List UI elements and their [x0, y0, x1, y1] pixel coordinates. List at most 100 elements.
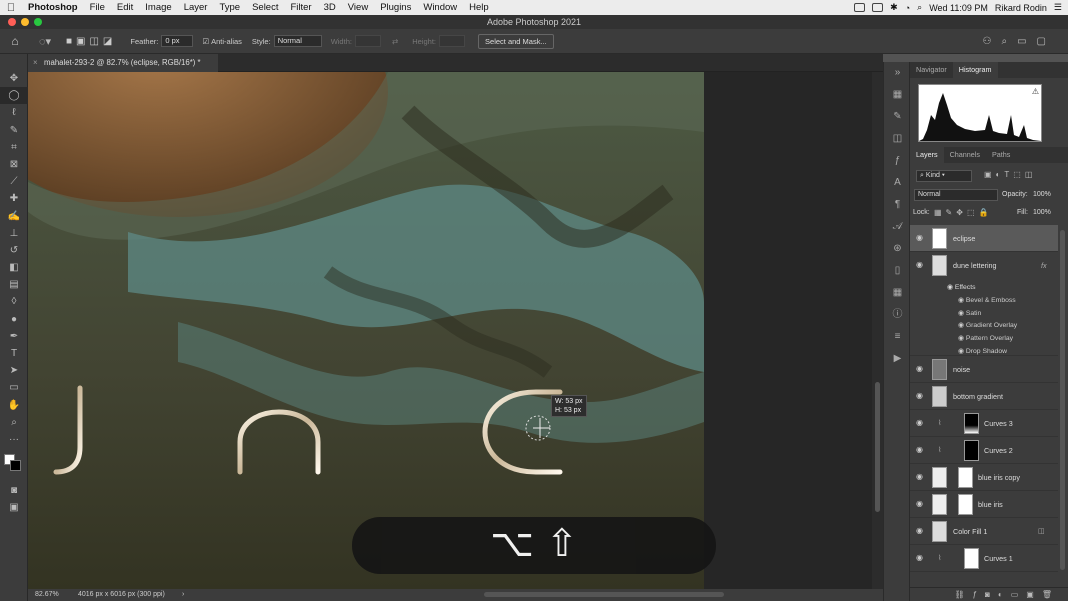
visibility-eye-icon[interactable]: ◉ [916, 233, 923, 242]
height-input[interactable] [439, 35, 466, 47]
history-brush-tool-icon[interactable]: ↺ [0, 242, 28, 259]
path-selection-tool-icon[interactable]: ➤ [0, 362, 28, 379]
tab-navigator[interactable]: Navigator [910, 62, 953, 78]
visibility-eye-icon[interactable]: ◉ [916, 526, 923, 535]
quick-mask-icon[interactable]: ◙ [0, 482, 28, 499]
menu-plugins[interactable]: Plugins [374, 2, 417, 13]
gradients-icon[interactable]: ▯ [884, 260, 911, 282]
frame-tool-icon[interactable]: ⊠ [0, 156, 28, 173]
layer-row[interactable]: ◉ ⌇ Curves 2 [910, 437, 1058, 464]
tab-histogram[interactable]: Histogram [952, 62, 998, 78]
brush-tool-icon[interactable]: ✍ [0, 208, 28, 225]
screen-mode-icon[interactable]: ▣ [0, 499, 28, 516]
layer-row[interactable]: ◉ noise [910, 356, 1058, 383]
canvas-area[interactable]: W: 53 px H: 53 px [28, 72, 704, 589]
background-color-swatch[interactable] [10, 460, 21, 472]
visibility-eye-icon[interactable]: ◉ [916, 391, 923, 400]
tab-channels[interactable]: Channels [944, 147, 986, 163]
layer-name[interactable]: noise [953, 365, 970, 374]
apple-menu-icon[interactable]:  [0, 2, 22, 14]
workspace-icons[interactable]: ⚇⌕▭▢ [983, 36, 1056, 47]
search-icon[interactable]: ⌕ [917, 2, 922, 13]
close-tab-icon[interactable]: × [33, 54, 38, 72]
brushes-icon[interactable]: ✎ [884, 106, 911, 128]
status-icon[interactable] [854, 3, 866, 12]
hand-tool-icon[interactable]: ✋ [0, 397, 28, 414]
effect-pattern-overlay[interactable]: ◉ Pattern Overlay [958, 334, 1013, 342]
layer-row[interactable]: ◉ ⌇ Curves 1 [910, 545, 1058, 572]
antialias-checkbox[interactable]: ☑ [202, 37, 209, 46]
tab-paths[interactable]: Paths [986, 147, 1016, 163]
visibility-eye-icon[interactable]: ◉ [916, 445, 923, 454]
blend-mode-select[interactable]: Normal [914, 189, 998, 201]
actions-play-icon[interactable]: ▶ [884, 348, 911, 370]
menu-3d[interactable]: 3D [318, 2, 342, 13]
layer-row[interactable]: ◉ ⌇ Curves 3 [910, 410, 1058, 437]
layer-name[interactable]: blue iris copy [978, 473, 1020, 482]
collapse-panels-icon[interactable]: » [884, 62, 911, 84]
effect-drop-shadow[interactable]: ◉ Drop Shadow [958, 347, 1007, 355]
document-tab[interactable]: × mahalet-293-2 @ 82.7% (eclipse, RGB/16… [28, 54, 218, 72]
close-window-button[interactable] [8, 18, 16, 26]
layer-name[interactable]: Color Fill 1 [953, 527, 987, 536]
effect-gradient-overlay[interactable]: ◉ Gradient Overlay [958, 321, 1017, 329]
menu-type[interactable]: Type [213, 2, 246, 13]
swap-icon[interactable]: ⇄ [392, 37, 398, 46]
select-and-mask-button[interactable]: Select and Mask... [478, 33, 554, 49]
histogram-warning-icon[interactable]: ⚠ [1032, 87, 1039, 96]
document-info[interactable]: 4016 px x 6016 px (300 ppi) [78, 589, 165, 601]
visibility-eye-icon[interactable]: ◉ [916, 418, 923, 427]
layer-row[interactable]: ◉ blue iris copy [910, 464, 1058, 491]
vertical-scrollbar-thumb[interactable] [875, 382, 880, 512]
tab-layers[interactable]: Layers [910, 147, 944, 163]
dodge-tool-icon[interactable]: ● [0, 311, 28, 328]
layer-mask-thumbnail[interactable] [964, 413, 979, 434]
move-tool-icon[interactable]: ✥ [0, 70, 28, 87]
patterns-icon[interactable]: ▦ [884, 282, 911, 304]
filter-icons[interactable]: ▣◐T⬚◫ [984, 170, 1036, 179]
rectangle-tool-icon[interactable]: ▭ [0, 379, 28, 396]
adjustments-icon[interactable]: ƒ [884, 150, 911, 172]
menu-file[interactable]: File [84, 2, 111, 13]
zoom-tool-icon[interactable]: ⌕ [0, 414, 28, 431]
eyedropper-tool-icon[interactable]: ⟋ [0, 173, 28, 190]
layer-name[interactable]: Curves 2 [984, 446, 1013, 455]
lock-icons[interactable]: ▦✎✥⬚🔒 [934, 208, 992, 217]
visibility-eye-icon[interactable]: ◉ [916, 553, 923, 562]
selection-mode-icons[interactable]: ■▣◫◪ [66, 36, 116, 47]
layer-name[interactable]: dune lettering [953, 261, 997, 270]
layer-name[interactable]: Curves 1 [984, 554, 1013, 563]
home-icon[interactable]: ⌂ [0, 34, 30, 48]
layer-row[interactable]: ◉ blue iris [910, 491, 1058, 518]
bluetooth-icon[interactable]: ✱ [890, 2, 898, 13]
style-select[interactable]: Normal [273, 35, 322, 47]
menu-view[interactable]: View [342, 2, 374, 13]
menu-window[interactable]: Window [417, 2, 463, 13]
user-name[interactable]: Rikard Rodin [995, 3, 1047, 13]
visibility-eye-icon[interactable]: ◉ [916, 260, 923, 269]
clock[interactable]: Wed 11:09 PM [929, 3, 988, 13]
status-chevron-icon[interactable]: › [182, 589, 184, 601]
menu-help[interactable]: Help [463, 2, 495, 13]
lasso-tool-icon[interactable]: ℓ [0, 104, 28, 121]
character-icon[interactable]: A [884, 172, 911, 194]
crop-tool-icon[interactable]: ⌗ [0, 139, 28, 156]
menu-select[interactable]: Select [246, 2, 284, 13]
gradient-tool-icon[interactable]: ▤ [0, 276, 28, 293]
visibility-eye-icon[interactable]: ◉ [916, 364, 923, 373]
elliptical-marquee-tool-icon[interactable]: ◯ [0, 87, 28, 105]
menu-edit[interactable]: Edit [111, 2, 139, 13]
paragraph-icon[interactable]: ¶ [884, 194, 911, 216]
quick-selection-tool-icon[interactable]: ✎ [0, 122, 28, 139]
pen-tool-icon[interactable]: ✒ [0, 328, 28, 345]
layer-name[interactable]: bottom gradient [953, 392, 1003, 401]
color-swatches[interactable] [0, 448, 27, 482]
control-center-icon[interactable]: ☰ [1054, 2, 1062, 13]
visibility-eye-icon[interactable]: ◉ [916, 472, 923, 481]
layer-name[interactable]: eclipse [953, 234, 975, 243]
opacity-value[interactable]: 100% [1033, 191, 1051, 198]
layer-row[interactable]: ◉ bottom gradient [910, 383, 1058, 410]
minimize-window-button[interactable] [21, 18, 29, 26]
width-input[interactable] [354, 35, 381, 47]
properties-icon[interactable]: ≡ [884, 326, 911, 348]
